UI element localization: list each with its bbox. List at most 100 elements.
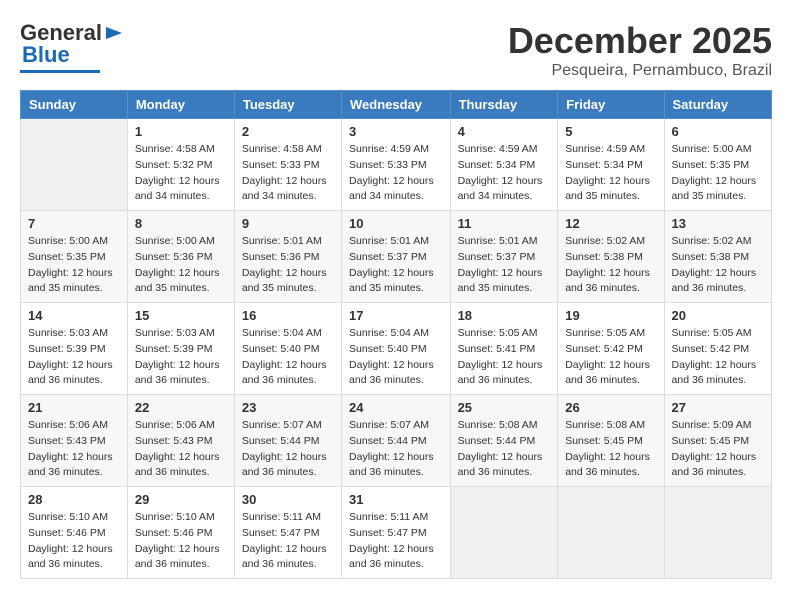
weekday-header-friday: Friday [558, 91, 664, 119]
day-info: Sunrise: 5:01 AM Sunset: 5:37 PM Dayligh… [349, 234, 443, 297]
daylight-text: Daylight: 12 hours and 36 minutes. [28, 543, 113, 571]
day-number: 29 [135, 492, 227, 507]
sunset-text: Sunset: 5:47 PM [349, 527, 427, 539]
calendar-cell: 21 Sunrise: 5:06 AM Sunset: 5:43 PM Dayl… [21, 395, 128, 487]
sunrise-text: Sunrise: 5:06 AM [135, 419, 215, 431]
day-number: 25 [458, 400, 551, 415]
sunrise-text: Sunrise: 5:07 AM [242, 419, 322, 431]
sunset-text: Sunset: 5:43 PM [28, 435, 106, 447]
day-number: 30 [242, 492, 334, 507]
sunset-text: Sunset: 5:46 PM [135, 527, 213, 539]
sunset-text: Sunset: 5:41 PM [458, 343, 536, 355]
day-info: Sunrise: 5:05 AM Sunset: 5:41 PM Dayligh… [458, 326, 551, 389]
calendar-cell [558, 487, 664, 579]
logo-underline [20, 70, 100, 73]
day-number: 23 [242, 400, 334, 415]
sunset-text: Sunset: 5:42 PM [565, 343, 643, 355]
day-number: 26 [565, 400, 656, 415]
weekday-header-saturday: Saturday [664, 91, 771, 119]
weekday-header-monday: Monday [127, 91, 234, 119]
weekday-header-sunday: Sunday [21, 91, 128, 119]
sunset-text: Sunset: 5:40 PM [242, 343, 320, 355]
calendar-cell: 3 Sunrise: 4:59 AM Sunset: 5:33 PM Dayli… [342, 119, 451, 211]
calendar-cell: 20 Sunrise: 5:05 AM Sunset: 5:42 PM Dayl… [664, 303, 771, 395]
sunrise-text: Sunrise: 5:05 AM [672, 327, 752, 339]
sunrise-text: Sunrise: 4:58 AM [242, 143, 322, 155]
calendar-cell: 28 Sunrise: 5:10 AM Sunset: 5:46 PM Dayl… [21, 487, 128, 579]
calendar-cell: 27 Sunrise: 5:09 AM Sunset: 5:45 PM Dayl… [664, 395, 771, 487]
day-info: Sunrise: 4:59 AM Sunset: 5:34 PM Dayligh… [458, 142, 551, 205]
weekday-header-tuesday: Tuesday [234, 91, 341, 119]
calendar-week-row: 1 Sunrise: 4:58 AM Sunset: 5:32 PM Dayli… [21, 119, 772, 211]
daylight-text: Daylight: 12 hours and 34 minutes. [458, 175, 543, 203]
sunset-text: Sunset: 5:33 PM [242, 159, 320, 171]
calendar-table: SundayMondayTuesdayWednesdayThursdayFrid… [20, 90, 772, 579]
sunset-text: Sunset: 5:45 PM [672, 435, 750, 447]
calendar-cell: 6 Sunrise: 5:00 AM Sunset: 5:35 PM Dayli… [664, 119, 771, 211]
calendar-cell: 18 Sunrise: 5:05 AM Sunset: 5:41 PM Dayl… [450, 303, 558, 395]
day-info: Sunrise: 5:07 AM Sunset: 5:44 PM Dayligh… [349, 418, 443, 481]
calendar-cell: 7 Sunrise: 5:00 AM Sunset: 5:35 PM Dayli… [21, 211, 128, 303]
day-info: Sunrise: 5:03 AM Sunset: 5:39 PM Dayligh… [135, 326, 227, 389]
sunset-text: Sunset: 5:47 PM [242, 527, 320, 539]
daylight-text: Daylight: 12 hours and 36 minutes. [458, 359, 543, 387]
day-number: 9 [242, 216, 334, 231]
day-number: 13 [672, 216, 764, 231]
title-section: December 2025 Pesqueira, Pernambuco, Bra… [508, 20, 772, 80]
sunset-text: Sunset: 5:35 PM [28, 251, 106, 263]
day-info: Sunrise: 5:00 AM Sunset: 5:35 PM Dayligh… [672, 142, 764, 205]
calendar-cell: 25 Sunrise: 5:08 AM Sunset: 5:44 PM Dayl… [450, 395, 558, 487]
sunset-text: Sunset: 5:40 PM [349, 343, 427, 355]
sunrise-text: Sunrise: 5:05 AM [458, 327, 538, 339]
daylight-text: Daylight: 12 hours and 36 minutes. [28, 359, 113, 387]
sunset-text: Sunset: 5:37 PM [458, 251, 536, 263]
day-number: 21 [28, 400, 120, 415]
day-number: 14 [28, 308, 120, 323]
daylight-text: Daylight: 12 hours and 36 minutes. [135, 359, 220, 387]
sunrise-text: Sunrise: 5:11 AM [242, 511, 321, 523]
location-title: Pesqueira, Pernambuco, Brazil [508, 62, 772, 80]
day-number: 15 [135, 308, 227, 323]
sunrise-text: Sunrise: 5:01 AM [458, 235, 538, 247]
daylight-text: Daylight: 12 hours and 36 minutes. [672, 451, 757, 479]
calendar-cell [21, 119, 128, 211]
daylight-text: Daylight: 12 hours and 36 minutes. [242, 451, 327, 479]
day-number: 3 [349, 124, 443, 139]
calendar-cell: 13 Sunrise: 5:02 AM Sunset: 5:38 PM Dayl… [664, 211, 771, 303]
sunrise-text: Sunrise: 5:08 AM [458, 419, 538, 431]
calendar-week-row: 7 Sunrise: 5:00 AM Sunset: 5:35 PM Dayli… [21, 211, 772, 303]
calendar-cell: 17 Sunrise: 5:04 AM Sunset: 5:40 PM Dayl… [342, 303, 451, 395]
calendar-cell: 24 Sunrise: 5:07 AM Sunset: 5:44 PM Dayl… [342, 395, 451, 487]
sunrise-text: Sunrise: 4:59 AM [458, 143, 538, 155]
sunrise-text: Sunrise: 5:00 AM [135, 235, 215, 247]
month-title: December 2025 [508, 20, 772, 62]
sunset-text: Sunset: 5:39 PM [135, 343, 213, 355]
calendar-cell: 12 Sunrise: 5:02 AM Sunset: 5:38 PM Dayl… [558, 211, 664, 303]
calendar-week-row: 28 Sunrise: 5:10 AM Sunset: 5:46 PM Dayl… [21, 487, 772, 579]
day-info: Sunrise: 5:11 AM Sunset: 5:47 PM Dayligh… [349, 510, 443, 573]
calendar-cell [450, 487, 558, 579]
day-number: 8 [135, 216, 227, 231]
sunset-text: Sunset: 5:44 PM [458, 435, 536, 447]
daylight-text: Daylight: 12 hours and 35 minutes. [349, 267, 434, 295]
day-info: Sunrise: 4:58 AM Sunset: 5:33 PM Dayligh… [242, 142, 334, 205]
day-number: 2 [242, 124, 334, 139]
day-info: Sunrise: 5:01 AM Sunset: 5:36 PM Dayligh… [242, 234, 334, 297]
daylight-text: Daylight: 12 hours and 35 minutes. [242, 267, 327, 295]
calendar-header-row: SundayMondayTuesdayWednesdayThursdayFrid… [21, 91, 772, 119]
day-number: 19 [565, 308, 656, 323]
daylight-text: Daylight: 12 hours and 36 minutes. [565, 359, 650, 387]
daylight-text: Daylight: 12 hours and 36 minutes. [565, 451, 650, 479]
day-number: 4 [458, 124, 551, 139]
calendar-cell: 5 Sunrise: 4:59 AM Sunset: 5:34 PM Dayli… [558, 119, 664, 211]
daylight-text: Daylight: 12 hours and 35 minutes. [28, 267, 113, 295]
day-number: 5 [565, 124, 656, 139]
daylight-text: Daylight: 12 hours and 34 minutes. [135, 175, 220, 203]
sunset-text: Sunset: 5:39 PM [28, 343, 106, 355]
day-number: 16 [242, 308, 334, 323]
day-info: Sunrise: 5:02 AM Sunset: 5:38 PM Dayligh… [672, 234, 764, 297]
sunrise-text: Sunrise: 5:05 AM [565, 327, 645, 339]
sunset-text: Sunset: 5:42 PM [672, 343, 750, 355]
day-info: Sunrise: 5:03 AM Sunset: 5:39 PM Dayligh… [28, 326, 120, 389]
day-info: Sunrise: 5:06 AM Sunset: 5:43 PM Dayligh… [135, 418, 227, 481]
